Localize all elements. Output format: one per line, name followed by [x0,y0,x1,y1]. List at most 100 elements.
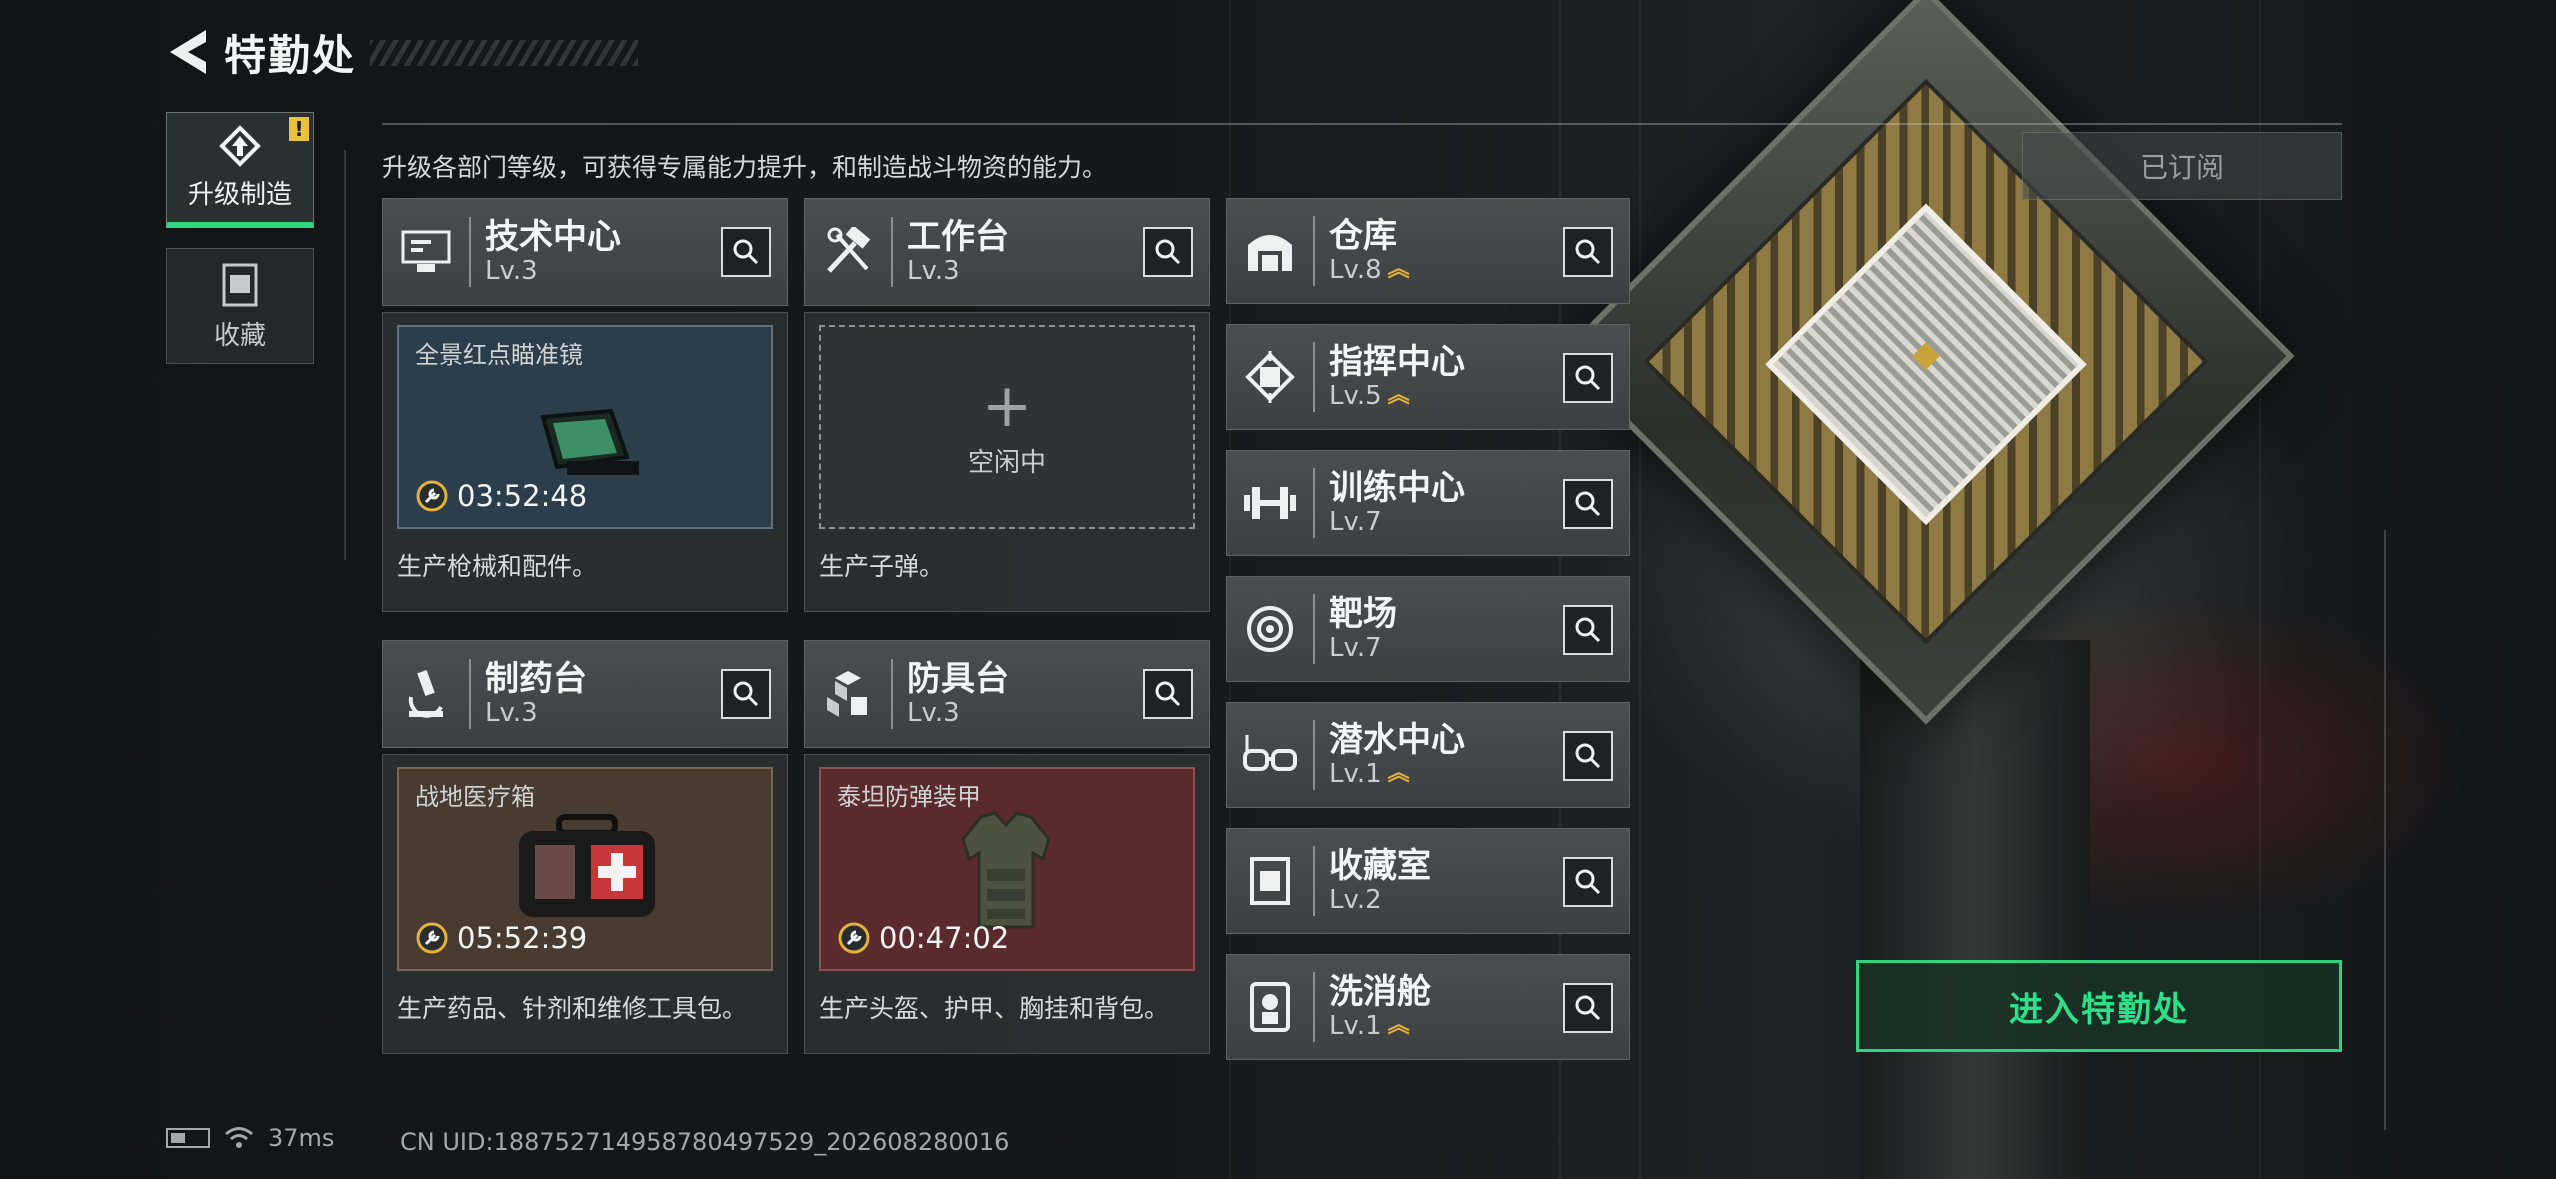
search-button[interactable] [1563,353,1613,403]
computer-icon [401,230,451,272]
hammer-wrench-icon [827,227,871,273]
enter-special-ops-button[interactable]: 进入特勤处 [1856,960,2342,1052]
title-stripe-decoration [370,40,638,66]
dept-tech-center[interactable]: 技术中心 Lv.3 [382,198,788,306]
search-icon [1575,617,1601,643]
dept-level: Lv.7 [1329,507,1382,537]
dept-name: 技术中心 [485,217,621,257]
dept-level: Lv.3 [907,256,960,286]
production-timer: 05:52:39 [415,921,587,955]
item-name: 战地医疗箱 [415,783,535,811]
dept-level: Lv.1 [1329,759,1382,789]
dept-level: Lv.3 [485,698,538,728]
search-icon [1575,869,1601,895]
dept-command-center[interactable]: 指挥中心 Lv.5 ︽ [1226,324,1630,430]
search-button[interactable] [1563,605,1613,655]
tab-collection[interactable]: 收藏 [166,248,314,364]
dept-level: Lv.5 [1329,381,1382,411]
decontamination-icon [1250,982,1290,1032]
search-button[interactable] [1563,731,1613,781]
production-timer: 00:47:02 [837,921,1009,955]
search-icon [1575,365,1601,391]
back-arrow-icon[interactable] [166,26,210,78]
ping-text: 37ms [268,1124,335,1152]
dept-name: 仓库 [1329,216,1397,256]
production-timer: 03:52:48 [415,479,587,513]
search-icon [1575,743,1601,769]
wrench-timer-icon [416,480,448,512]
tab-upgrade-manufacture[interactable]: ! 升级制造 [166,112,314,228]
diving-mask-icon [1243,735,1297,771]
collection-icon [222,263,258,306]
production-card-pharmacy[interactable]: 战地医疗箱 05:52:39 生产药品、针剂和维修工具包。 [382,754,788,1054]
dept-level: Lv.3 [485,256,538,286]
search-button[interactable] [721,227,771,277]
production-slot[interactable]: 全景红点瞄准镜 03:52:48 [397,325,773,529]
dept-level: Lv.1 [1329,1011,1382,1041]
cubes-icon [827,671,867,717]
plus-icon: + [981,370,1033,441]
production-card-tech-center[interactable]: 全景红点瞄准镜 03:52:48 生产枪械和配件。 [382,312,788,612]
warehouse-icon [1248,235,1292,271]
display-case-icon [1250,857,1290,905]
upgrade-available-icon: ︽ [1387,257,1410,282]
item-name: 泰坦防弹装甲 [837,783,981,811]
dept-name: 指挥中心 [1329,342,1465,382]
timer-text: 03:52:48 [457,479,588,513]
dept-diving-center[interactable]: 潜水中心 Lv.1 ︽ [1226,702,1630,808]
red-dot-sight-image [540,408,639,475]
target-icon [1247,606,1293,652]
wrench-timer-icon [838,922,870,954]
production-slot[interactable]: 战地医疗箱 05:52:39 [397,767,773,971]
command-chip-icon [1245,351,1295,403]
search-button[interactable] [1563,857,1613,907]
page-title: 特勤处 [224,30,357,80]
dept-decontamination-cabin[interactable]: 洗消舱 Lv.1 ︽ [1226,954,1630,1060]
upgrade-available-icon: ︽ [1387,1013,1410,1038]
uid-text: CN UID:188752714958780497529_20260828001… [400,1128,1010,1156]
item-name: 全景红点瞄准镜 [415,341,583,369]
dept-level: Lv.7 [1329,633,1382,663]
search-button[interactable] [1563,227,1613,277]
production-card-workbench[interactable]: + 空闲中 生产子弹。 [804,312,1210,612]
idle-slot[interactable]: + 空闲中 [819,325,1195,529]
search-icon [1575,491,1601,517]
dept-name: 收藏室 [1329,846,1431,886]
search-button[interactable] [1143,227,1193,277]
production-slot[interactable]: 泰坦防弹装甲 00:47:02 [819,767,1195,971]
dept-description: 生产子弹。 [819,552,945,581]
dept-name: 靶场 [1329,594,1397,634]
dept-training-center[interactable]: 训练中心 Lv.7 [1226,450,1630,556]
dept-name: 洗消舱 [1329,972,1431,1012]
search-button[interactable] [1143,669,1193,719]
search-button[interactable] [721,669,771,719]
upgrade-available-icon: ︽ [1387,383,1410,408]
body-armor-image [961,811,1051,929]
search-icon [733,239,759,265]
production-card-armor-bench[interactable]: 泰坦防弹装甲 00:47:02 生产头盔、护甲、胸挂和背包。 [804,754,1210,1054]
search-icon [733,681,759,707]
dept-shooting-range[interactable]: 靶场 Lv.7 [1226,576,1630,682]
dumbbell-icon [1244,487,1296,519]
header: 特勤处 [166,22,356,82]
dept-name: 潜水中心 [1329,720,1465,760]
search-icon [1575,239,1601,265]
subscribed-button[interactable]: 已订阅 [2022,132,2342,200]
dept-description: 生产枪械和配件。 [397,552,598,581]
dept-warehouse[interactable]: 仓库 Lv.8 ︽ [1226,198,1630,304]
upgrade-available-icon: ︽ [1387,761,1410,786]
pillar-decoration [1860,640,2090,1179]
medical-kit-image [519,814,655,917]
dept-name: 制药台 [485,659,587,699]
tab-label: 收藏 [213,320,266,351]
dept-name: 防具台 [907,659,1009,699]
dept-armor-bench[interactable]: 防具台 Lv.3 [804,640,1210,748]
dept-level: Lv.3 [907,698,960,728]
search-button[interactable] [1563,479,1613,529]
search-icon [1155,239,1181,265]
dept-workbench[interactable]: 工作台 Lv.3 [804,198,1210,306]
search-icon [1155,681,1181,707]
search-button[interactable] [1563,983,1613,1033]
dept-pharmacy[interactable]: 制药台 Lv.3 [382,640,788,748]
dept-collection-room[interactable]: 收藏室 Lv.2 [1226,828,1630,934]
